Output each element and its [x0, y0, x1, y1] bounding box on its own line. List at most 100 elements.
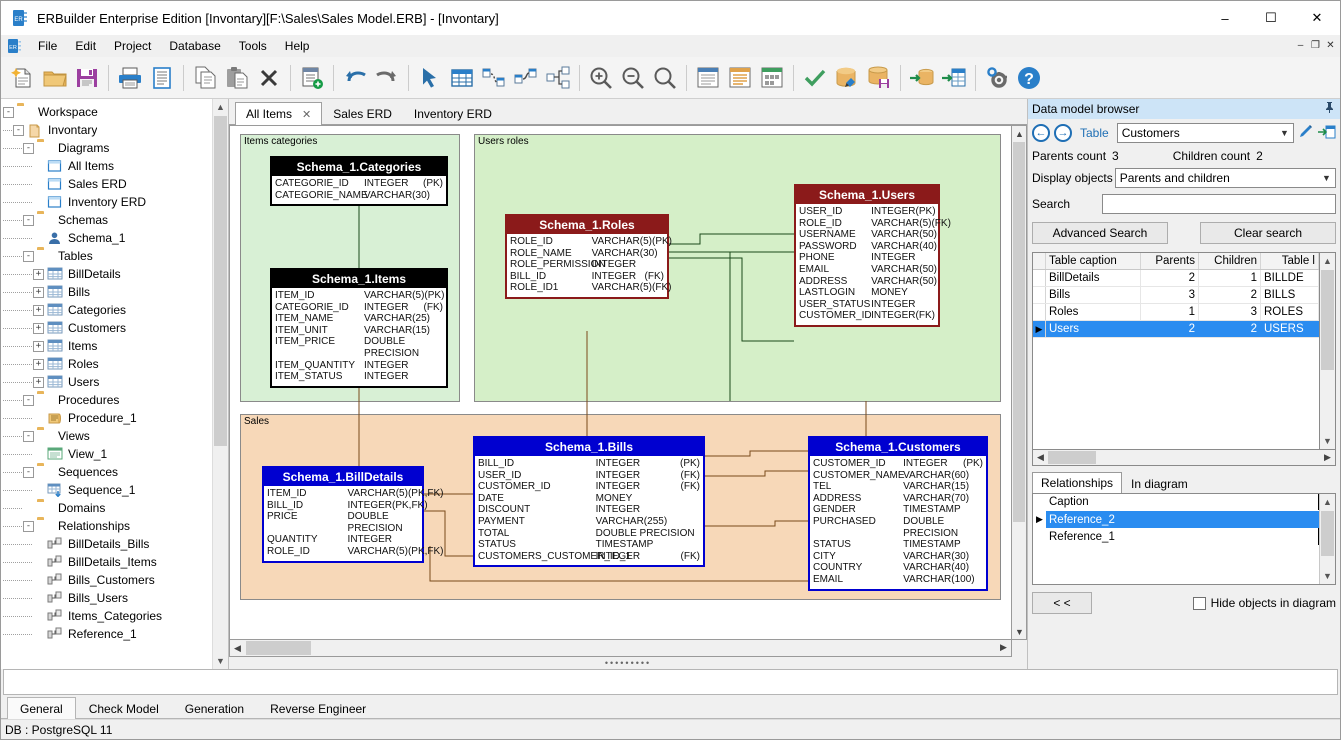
new-relation-nonidentifying-icon[interactable] [510, 60, 542, 96]
canvas-scroll-up-icon[interactable]: ▲ [1012, 126, 1027, 141]
tree-item-view-1[interactable]: View_1 [1, 445, 212, 463]
tree-item-billdetails[interactable]: +BillDetails [1, 265, 212, 283]
new-relation-identifying-icon[interactable] [478, 60, 510, 96]
forward-arrow-icon[interactable]: → [1054, 124, 1072, 142]
browser-tab-relationships[interactable]: Relationships [1032, 472, 1122, 493]
grid-hscroll-thumb[interactable] [1048, 451, 1096, 464]
project-tree[interactable]: -Workspace-Invontary-DiagramsAll ItemsSa… [1, 99, 212, 669]
tree-item-procedure-1[interactable]: Procedure_1 [1, 409, 212, 427]
tree-item-views[interactable]: -Views [1, 427, 212, 445]
grid-scroll-left-icon[interactable]: ◀ [1033, 450, 1048, 465]
mdi-close-button[interactable]: ✕ [1323, 37, 1338, 53]
new-entity-icon[interactable] [446, 60, 478, 96]
canvas-scroll-left-icon[interactable]: ◀ [230, 641, 245, 656]
rel-scroll-up-icon[interactable]: ▲ [1320, 494, 1335, 510]
menu-tools[interactable]: Tools [230, 36, 276, 56]
hide-objects-checkbox[interactable] [1193, 597, 1206, 610]
generate-script-icon[interactable] [863, 60, 895, 96]
tree-toggle-icon[interactable]: - [23, 467, 34, 478]
tree-scroll-down-icon[interactable]: ▼ [213, 653, 228, 669]
table-row[interactable]: Bills32BILLS [1033, 287, 1319, 304]
tree-item-invontary[interactable]: -Invontary [1, 121, 212, 139]
erd-table-items[interactable]: Schema_1.ItemsITEM_IDVARCHAR(5)(PK)CATEG… [270, 268, 448, 388]
grid-scroll-right-icon[interactable]: ▶ [1320, 450, 1335, 465]
canvas-vscroll-thumb[interactable] [1013, 142, 1025, 522]
delete-icon[interactable] [253, 60, 285, 96]
erd-canvas[interactable]: Items categoriesUsers rolesSalesSchema_1… [229, 125, 1012, 640]
new-document-icon[interactable] [7, 60, 39, 96]
table-row[interactable]: ▶Users22USERS [1033, 321, 1319, 338]
tree-item-reference-1[interactable]: Reference_1 [1, 625, 212, 643]
tree-item-items[interactable]: +Items [1, 337, 212, 355]
tree-toggle-icon[interactable]: + [33, 323, 44, 334]
tree-toggle-icon[interactable]: + [33, 359, 44, 370]
tree-toggle-icon[interactable]: - [3, 107, 14, 118]
chevron-down-icon[interactable]: ▼ [1276, 128, 1293, 138]
data-dictionary-icon[interactable] [756, 60, 788, 96]
hide-objects-row[interactable]: Hide objects in diagram [1193, 596, 1336, 610]
display-objects-select[interactable]: Parents and children ▼ [1115, 168, 1336, 188]
tables-grid[interactable]: Table captionParentsChildrenTable lBillD… [1032, 252, 1320, 450]
table-row[interactable]: Roles13ROLES [1033, 304, 1319, 321]
tree-toggle-icon[interactable]: - [23, 395, 34, 406]
generate-database-icon[interactable] [831, 60, 863, 96]
bottom-tab-generation[interactable]: Generation [172, 698, 257, 718]
paste-icon[interactable] [221, 60, 253, 96]
chevron-down-icon[interactable]: ▼ [1318, 173, 1335, 183]
model-report-icon[interactable] [692, 60, 724, 96]
help-icon[interactable]: ? [1013, 60, 1045, 96]
menu-database[interactable]: Database [160, 36, 229, 56]
canvas-hscroll-thumb[interactable] [246, 641, 311, 655]
tree-scrollbar[interactable]: ▲ ▼ [212, 99, 228, 669]
tree-toggle-icon[interactable]: - [23, 143, 34, 154]
reverse-engineer-icon[interactable] [906, 60, 938, 96]
tree-toggle-icon[interactable]: - [23, 521, 34, 532]
tree-item-procedures[interactable]: -Procedures [1, 391, 212, 409]
pointer-icon[interactable] [414, 60, 446, 96]
tree-item-items-categories[interactable]: Items_Categories [1, 607, 212, 625]
horizontal-splitter[interactable]: ••••••••• [229, 657, 1027, 669]
sync-database-icon[interactable] [938, 60, 970, 96]
diagram-tab-inventory-erd[interactable]: Inventory ERD [403, 102, 503, 124]
diagram-tab-sales-erd[interactable]: Sales ERD [322, 102, 403, 124]
zoom-out-icon[interactable] [617, 60, 649, 96]
tree-item-all-items[interactable]: All Items [1, 157, 212, 175]
advanced-search-button[interactable]: Advanced Search [1032, 222, 1168, 244]
tree-scroll-up-icon[interactable]: ▲ [213, 99, 228, 115]
tree-item-bills-customers[interactable]: Bills_Customers [1, 571, 212, 589]
tree-toggle-icon[interactable]: + [33, 305, 44, 316]
table-select[interactable]: Customers ▼ [1117, 123, 1294, 143]
print-icon[interactable] [114, 60, 146, 96]
menu-edit[interactable]: Edit [66, 36, 105, 56]
diagram-tab-all-items[interactable]: All Items✕ [235, 102, 322, 125]
tree-item-relationships[interactable]: -Relationships [1, 517, 212, 535]
tree-toggle-icon[interactable]: - [23, 251, 34, 262]
erd-table-billdetails[interactable]: Schema_1.BillDetailsITEM_IDVARCHAR(5)(PK… [262, 466, 424, 563]
rel-scroll-thumb[interactable] [1321, 511, 1334, 556]
pin-icon[interactable] [1323, 101, 1336, 117]
clear-search-button[interactable]: Clear search [1200, 222, 1336, 244]
table-row[interactable]: BillDetails21BILLDE [1033, 270, 1319, 287]
tree-toggle-icon[interactable]: + [33, 269, 44, 280]
tables-grid-hscrollbar[interactable]: ◀ ▶ [1032, 450, 1336, 466]
tree-item-schema-1[interactable]: Schema_1 [1, 229, 212, 247]
erd-table-users[interactable]: Schema_1.UsersUSER_IDINTEGER(PK)ROLE_IDV… [794, 184, 940, 327]
erd-table-categories[interactable]: Schema_1.CategoriesCATEGORIE_IDINTEGER(P… [270, 156, 448, 206]
print-preview-icon[interactable] [146, 60, 178, 96]
tree-toggle-icon[interactable]: + [33, 341, 44, 352]
browser-tab-in-diagram[interactable]: In diagram [1122, 474, 1197, 493]
tree-item-workspace[interactable]: -Workspace [1, 103, 212, 121]
tables-grid-header-cell[interactable]: Table caption [1046, 253, 1141, 269]
tables-grid-header-cell[interactable]: Parents [1141, 253, 1199, 269]
tree-item-diagrams[interactable]: -Diagrams [1, 139, 212, 157]
mdi-minimize-button[interactable]: – [1293, 37, 1308, 53]
open-folder-icon[interactable] [39, 60, 71, 96]
undo-icon[interactable] [339, 60, 371, 96]
save-icon[interactable] [71, 60, 103, 96]
tables-grid-header-cell[interactable]: Table l [1261, 253, 1319, 269]
back-arrow-icon[interactable]: ← [1032, 124, 1050, 142]
tree-toggle-icon[interactable]: + [33, 287, 44, 298]
new-inheritance-icon[interactable] [542, 60, 574, 96]
tree-item-billdetails-items[interactable]: BillDetails_Items [1, 553, 212, 571]
zoom-in-icon[interactable] [585, 60, 617, 96]
